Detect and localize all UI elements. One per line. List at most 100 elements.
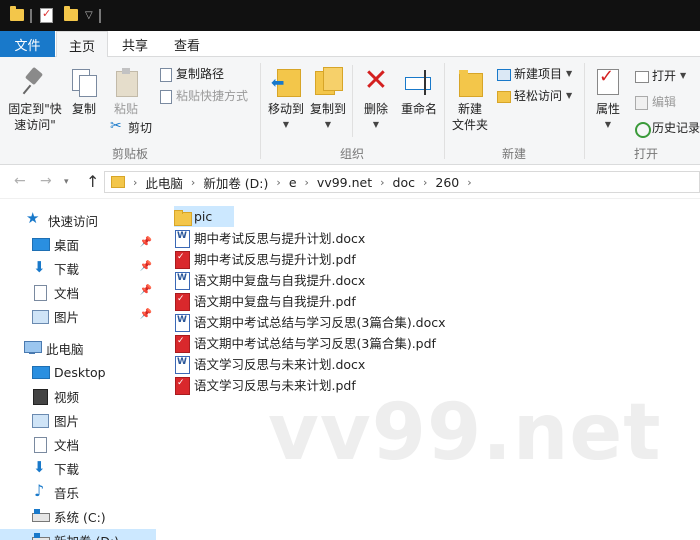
list-item[interactable]: 语文期中复盘与自我提升.pdf [174,290,356,311]
nav-item-desktop[interactable]: 桌面 📌 [32,233,156,255]
video-icon [32,389,48,405]
nav-item-label: 桌面 [54,237,80,253]
breadcrumb-doc[interactable]: doc [393,175,415,190]
breadcrumb-chevron-icon[interactable]: › [380,176,384,189]
history-button[interactable]: 历史记录 [634,119,700,138]
file-name: 语文期中考试总结与学习反思(3篇合集).pdf [194,336,436,351]
nav-item-downloads-pc[interactable]: 下载 [32,457,79,479]
nav-item-drive-c[interactable]: 系统 (C:) [32,505,106,527]
paste-shortcut-button[interactable]: 粘贴快捷方式 [158,87,248,104]
nav-item-pictures-pc[interactable]: 图片 [32,409,79,431]
chevron-down-icon: ▼ [566,91,573,100]
nav-quick-access-label: 快速访问 [48,213,99,229]
nav-item-drive-d[interactable]: 新加卷 (D:) [0,529,156,540]
copy-button[interactable]: 复制 [66,67,102,117]
recent-locations-chevron-icon[interactable]: ▾ [64,177,69,187]
pin-icon: 📌 [139,237,152,248]
breadcrumb-chevron-icon[interactable]: › [467,176,471,189]
nav-item-label: 音乐 [54,485,80,501]
rename-button[interactable]: 重命名 [398,67,440,117]
edit-button[interactable]: 编辑 [634,93,676,110]
new-folder-label: 新建 文件夹 [451,102,488,132]
nav-item-downloads[interactable]: 下载 📌 [32,257,156,279]
nav-item-documents-pc[interactable]: 文档 [32,433,79,455]
list-item[interactable]: 语文期中考试总结与学习反思(3篇合集).docx [174,311,446,332]
up-arrow-icon[interactable]: ↑ [86,172,99,191]
document-icon [32,285,48,301]
copy-icon [70,67,98,97]
delete-button[interactable]: ✕ 删除 ▼ [358,66,394,133]
list-item[interactable]: 期中考试反思与提升计划.pdf [174,248,356,269]
copy-to-button[interactable]: 复制到 ▼ [306,67,350,133]
nav-item-documents[interactable]: 文档 📌 [32,281,156,303]
new-folder-icon[interactable] [64,6,78,21]
title-bar: ▽ [0,0,700,31]
list-item[interactable]: 语文学习反思与未来计划.docx [174,353,365,374]
breadcrumb-this-pc[interactable]: 此电脑 [145,173,183,192]
tab-file[interactable]: 文件 [0,31,55,57]
list-item[interactable]: 语文期中考试总结与学习反思(3篇合集).pdf [174,332,436,353]
forward-arrow-icon[interactable]: → [40,173,52,189]
breadcrumb-260[interactable]: 260 [435,175,459,190]
nav-item-videos[interactable]: 视频 [32,385,79,407]
star-icon [26,209,42,227]
breadcrumb-drive-d[interactable]: 新加卷 (D:) [203,173,268,192]
breadcrumb-chevron-icon[interactable]: › [276,176,280,189]
copy-path-button[interactable]: 复制路径 [158,65,224,82]
pdf-icon [174,292,190,311]
breadcrumb-chevron-icon[interactable]: › [133,176,137,189]
breadcrumb-vv99[interactable]: vv99.net [317,175,372,190]
list-item[interactable]: 期中考试反思与提升计划.docx [174,227,365,248]
properties-icon[interactable] [40,7,53,23]
tab-view[interactable]: 查看 [162,31,212,57]
open-button[interactable]: 打开 ▼ [634,67,686,84]
file-name: 期中考试反思与提升计划.docx [194,231,366,246]
new-item-label: 新建项目 [514,67,563,81]
address-bar[interactable]: › 此电脑 › 新加卷 (D:) › e › vv99.net › doc › … [104,171,700,193]
nav-quick-access[interactable]: 快速访问 [26,209,98,231]
nav-item-music[interactable]: 音乐 [32,481,79,503]
properties-button[interactable]: 属性 ▼ [590,67,626,133]
nav-this-pc[interactable]: 此电脑 [24,337,84,359]
tab-share[interactable]: 共享 [110,31,160,57]
new-folder-button[interactable]: 新建 文件夹 [448,67,492,133]
breadcrumb-e[interactable]: e [289,175,297,190]
edit-label: 编辑 [652,95,677,109]
folder-icon [111,176,125,188]
nav-item-label: Desktop [54,364,106,380]
cut-button[interactable]: 剪切 [110,118,152,136]
list-item[interactable]: 语文期中复盘与自我提升.docx [174,269,365,290]
pdf-icon [174,334,190,353]
edit-icon [634,95,648,110]
nav-item-pictures[interactable]: 图片 📌 [32,305,156,327]
nav-item-label: 下载 [54,261,80,277]
word-document-icon [174,313,190,332]
chevron-down-icon: ▼ [372,120,380,129]
copy-to-icon [313,67,343,97]
breadcrumb-chevron-icon[interactable]: › [305,176,309,189]
easy-access-icon [496,89,511,103]
tab-home[interactable]: 主页 [56,31,108,58]
list-item[interactable]: pic [174,206,234,227]
clipboard-group-label: 剪贴板 [111,147,148,161]
copy-label: 复制 [71,102,96,116]
easy-access-label: 轻松访问 [514,89,563,103]
chevron-down-icon[interactable]: ▽ [85,10,93,27]
file-name: 期中考试反思与提升计划.pdf [194,252,356,267]
back-arrow-icon[interactable]: ← [14,173,26,189]
breadcrumb-chevron-icon[interactable]: › [423,176,427,189]
new-folder-icon [457,67,483,97]
open-label: 打开 [652,69,677,83]
pin-to-quick-access-button[interactable]: 固定到"快 速访问" [4,67,66,133]
paste-button[interactable]: 粘贴 [108,67,144,117]
nav-item-label: 新加卷 (D:) [54,531,119,540]
move-to-button[interactable]: 移动到 ▼ [264,67,308,133]
file-name: 语文期中复盘与自我提升.docx [194,273,366,288]
nav-item-label: 图片 [54,413,80,429]
new-item-button[interactable]: 新建项目 ▼ [496,65,572,82]
paste-shortcut-label: 粘贴快捷方式 [176,89,249,103]
nav-item-desktop-pc[interactable]: Desktop [32,361,106,383]
picture-icon [32,413,49,428]
breadcrumb-chevron-icon[interactable]: › [191,176,195,189]
easy-access-button[interactable]: 轻松访问 ▼ [496,87,572,104]
